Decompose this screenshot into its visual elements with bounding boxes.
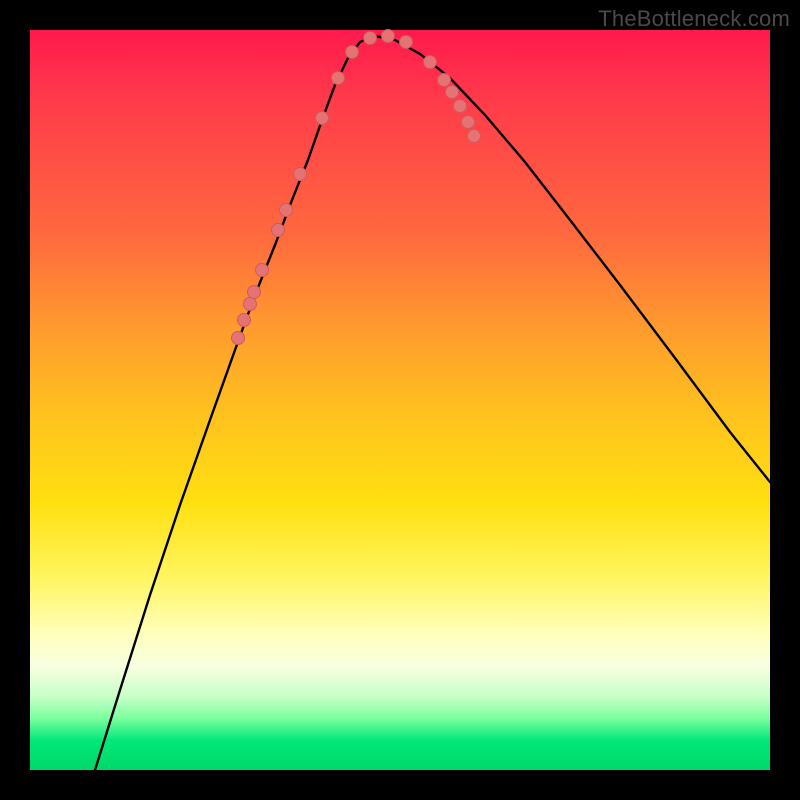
highlight-dot	[332, 72, 345, 85]
highlight-dot	[454, 100, 467, 113]
highlight-dot	[438, 74, 451, 87]
highlight-dot	[364, 32, 377, 45]
highlight-dot	[256, 264, 269, 277]
highlight-dot	[400, 36, 413, 49]
highlight-dot	[462, 116, 475, 129]
curve-layer	[30, 30, 770, 770]
highlight-dots	[232, 30, 481, 345]
highlight-dot	[424, 56, 437, 69]
bottleneck-curve	[95, 36, 770, 770]
highlight-dot	[272, 224, 285, 237]
highlight-dot	[280, 204, 293, 217]
highlight-dot	[294, 168, 307, 181]
highlight-dot	[382, 30, 395, 43]
chart-frame: TheBottleneck.com	[0, 0, 800, 800]
highlight-dot	[248, 286, 261, 299]
highlight-dot	[244, 298, 257, 311]
highlight-dot	[232, 332, 245, 345]
highlight-dot	[238, 314, 251, 327]
plot-area	[30, 30, 770, 770]
watermark-text: TheBottleneck.com	[598, 6, 790, 32]
highlight-dot	[346, 46, 359, 59]
highlight-dot	[316, 112, 329, 125]
highlight-dot	[446, 86, 459, 99]
highlight-dot	[468, 130, 481, 143]
